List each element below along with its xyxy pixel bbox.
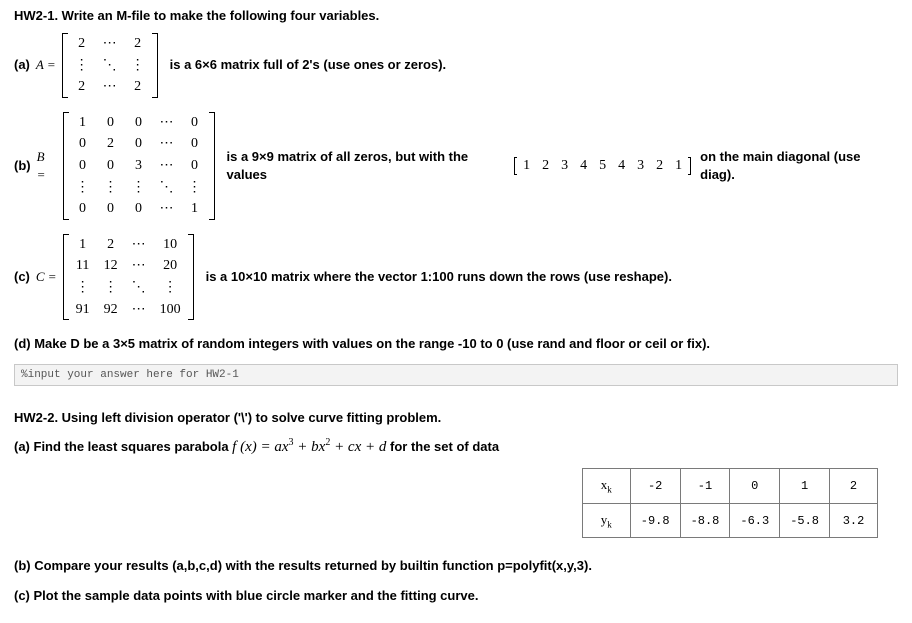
q1b-var: B =	[37, 148, 57, 184]
q1b-diag: 123454321	[514, 156, 691, 176]
q1a-matrix: 2⋯2 ⋮⋱⋮ 2⋯2	[62, 33, 158, 98]
q1b-row: (b) B = 100⋯0 020⋯0 003⋯0 ⋮⋮⋮⋱⋮ 000⋯1 is…	[14, 112, 898, 220]
q1d-text: (d) Make D be a 3×5 matrix of random int…	[14, 334, 898, 354]
q1c-desc: is a 10×10 matrix where the vector 1:100…	[206, 268, 672, 286]
q1a-row: (a) A = 2⋯2 ⋮⋱⋮ 2⋯2 is a 6×6 matrix full…	[14, 33, 898, 98]
q1c-row: (c) C = 12⋯10 1112⋯20 ⋮⋮⋱⋮ 9192⋯100 is a…	[14, 234, 898, 320]
q1c-var: C =	[36, 268, 57, 286]
q2a-post: for the set of data	[390, 439, 499, 454]
q1a-desc: is a 6×6 matrix full of 2's (use ones or…	[170, 56, 447, 74]
q2a-formula: f (x) = ax3 + bx2 + cx + d	[232, 439, 386, 455]
answer-input-hw2-1[interactable]: %input your answer here for HW2-1	[14, 364, 898, 386]
q2b: (b) Compare your results (a,b,c,d) with …	[14, 556, 898, 576]
q2a-pre: (a) Find the least squares parabola	[14, 439, 232, 454]
yk-label: yk	[582, 503, 630, 538]
xk-label: xk	[582, 469, 630, 504]
q1a-var: A =	[36, 56, 56, 74]
q2c: (c) Plot the sample data points with blu…	[14, 586, 898, 606]
hw2-2-title: HW2-2. Using left division operator ('\'…	[14, 410, 898, 425]
hw2-1-title: HW2-1. Write an M-file to make the follo…	[14, 8, 898, 23]
table-row: yk -9.8 -8.8 -6.3 -5.8 3.2	[582, 503, 877, 538]
q1a-label: (a)	[14, 56, 30, 74]
q1c-matrix: 12⋯10 1112⋯20 ⋮⋮⋱⋮ 9192⋯100	[63, 234, 194, 320]
q2a: (a) Find the least squares parabola f (x…	[14, 435, 898, 459]
table-row: xk -2 -1 0 1 2	[582, 469, 877, 504]
q1c-label: (c)	[14, 268, 30, 286]
data-table: xk -2 -1 0 1 2 yk -9.8 -8.8 -6.3 -5.8 3.…	[582, 468, 878, 538]
q1b-desc-pre: is a 9×9 matrix of all zeros, but with t…	[227, 148, 512, 184]
q1b-matrix: 100⋯0 020⋯0 003⋯0 ⋮⋮⋮⋱⋮ 000⋯1	[63, 112, 215, 220]
q1b-desc-post: on the main diagonal (use diag).	[700, 148, 898, 184]
q1b-label: (b)	[14, 157, 31, 175]
